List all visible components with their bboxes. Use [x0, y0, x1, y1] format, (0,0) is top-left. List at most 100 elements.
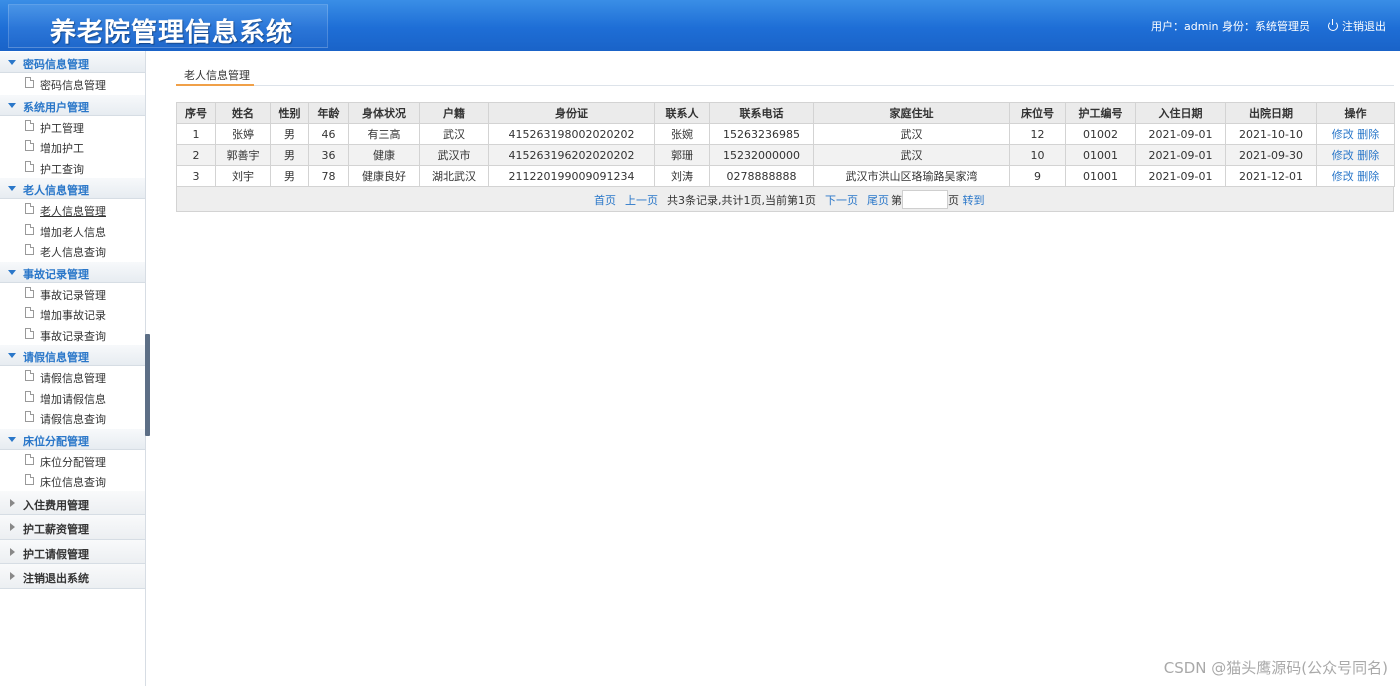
sidebar-item-bed-manage[interactable]: 床位分配管理	[0, 450, 145, 471]
watermark: CSDN @猫头鹰源码(公众号同名)	[1163, 659, 1388, 677]
document-icon	[25, 370, 34, 381]
table-cell: 12	[1009, 123, 1066, 145]
column-header: 身份证	[488, 102, 655, 124]
sidebar-item-add-leave[interactable]: 增加请假信息	[0, 387, 145, 408]
sidebar-group-bed[interactable]: 床位分配管理	[0, 427, 145, 450]
table-cell: 武汉市洪山区珞瑜路吴家湾	[813, 165, 1010, 187]
logout-button[interactable]: 注销退出	[1328, 18, 1386, 34]
table-cell: 2021-09-30	[1225, 144, 1317, 166]
sidebar-item-accident-query[interactable]: 事故记录查询	[0, 324, 145, 345]
table-cell: 男	[270, 144, 309, 166]
sidebar-item-accident-manage[interactable]: 事故记录管理	[0, 283, 145, 304]
sidebar-group-logout[interactable]: 注销退出系统	[0, 564, 145, 589]
expand-arrow-icon	[8, 353, 16, 358]
tab-elderly-manage[interactable]: 老人信息管理	[176, 58, 254, 86]
document-icon	[25, 77, 34, 88]
column-header: 户籍	[419, 102, 489, 124]
column-header: 家庭住址	[813, 102, 1010, 124]
table-cell: 78	[308, 165, 349, 187]
first-page-link[interactable]: 首页	[594, 194, 616, 207]
sidebar-splitter-handle[interactable]	[145, 334, 150, 436]
document-icon	[25, 390, 34, 402]
sidebar-item-nurse-query[interactable]: 护工查询	[0, 157, 145, 178]
power-icon	[1328, 19, 1338, 31]
sidebar-item-elderly-query[interactable]: 老人信息查询	[0, 240, 145, 261]
sidebar-group-leave[interactable]: 请假信息管理	[0, 344, 145, 366]
prev-page-link[interactable]: 上一页	[625, 194, 658, 207]
table-cell: 01001	[1065, 165, 1136, 187]
sidebar-group-elderly[interactable]: 老人信息管理	[0, 177, 145, 199]
table-cell: 2021-09-01	[1135, 144, 1226, 166]
top-header: 养老院管理信息系统 用户：admin 身份：系统管理员 注销退出	[0, 0, 1400, 51]
table-cell: 01002	[1065, 123, 1136, 145]
go-to-page-link[interactable]: 转到	[963, 194, 985, 207]
column-header: 序号	[176, 102, 216, 124]
column-header: 入住日期	[1135, 102, 1226, 124]
expand-arrow-icon	[8, 60, 16, 65]
table-cell: 9	[1009, 165, 1066, 187]
delete-link[interactable]: 删除	[1357, 128, 1379, 141]
document-icon	[25, 474, 34, 485]
table-cell: 张婉	[654, 123, 710, 145]
table-cell: 张婷	[215, 123, 271, 145]
page-suffix-label: 页	[948, 194, 959, 207]
table-cell: 武汉	[419, 123, 489, 145]
table-cell: 01001	[1065, 144, 1136, 166]
sidebar-group-password[interactable]: 密码信息管理	[0, 51, 145, 73]
sidebar-item-password-manage[interactable]: 密码信息管理	[0, 73, 145, 94]
sidebar-item-add-nurse[interactable]: 增加护工	[0, 136, 145, 157]
column-header: 操作	[1316, 102, 1395, 124]
table-cell: 0278888888	[709, 165, 814, 187]
table-row: 2 郭善宇 男 36 健康 武汉市 415263196202020202 郭珊 …	[176, 144, 1395, 166]
expand-arrow-icon	[8, 436, 16, 442]
column-header: 护工编号	[1065, 102, 1136, 124]
page-prefix-label: 第	[891, 194, 902, 207]
sidebar-item-leave-query[interactable]: 请假信息查询	[0, 407, 145, 428]
document-icon	[25, 453, 34, 465]
table-cell: 武汉市	[419, 144, 489, 166]
table-cell: 2021-10-10	[1225, 123, 1317, 145]
table-cell: 2021-09-01	[1135, 123, 1226, 145]
sidebar-item-nurse-manage[interactable]: 护工管理	[0, 116, 145, 137]
sidebar-group-fees[interactable]: 入住费用管理	[0, 490, 145, 515]
document-icon	[25, 160, 34, 172]
column-header: 年龄	[308, 102, 349, 124]
sidebar-group-users[interactable]: 系统用户管理	[0, 93, 145, 116]
table-cell: 郭善宇	[215, 144, 271, 166]
edit-link[interactable]: 修改	[1332, 128, 1354, 141]
sidebar-item-leave-manage[interactable]: 请假信息管理	[0, 366, 145, 387]
document-icon	[25, 327, 34, 339]
expand-arrow-icon	[8, 186, 16, 191]
table-cell: 2021-12-01	[1225, 165, 1317, 187]
table-cell: 湖北武汉	[419, 165, 489, 187]
table-cell: 健康	[348, 144, 420, 166]
sidebar-item-bed-query[interactable]: 床位信息查询	[0, 470, 145, 491]
edit-link[interactable]: 修改	[1332, 149, 1354, 162]
sidebar-item-add-elderly[interactable]: 增加老人信息	[0, 220, 145, 241]
edit-link[interactable]: 修改	[1332, 170, 1354, 183]
delete-link[interactable]: 删除	[1357, 149, 1379, 162]
actions-cell: 修改 删除	[1316, 123, 1395, 145]
document-icon	[25, 203, 34, 214]
table-row: 1 张婷 男 46 有三高 武汉 415263198002020202 张婉 1…	[176, 123, 1395, 145]
table-cell: 郭珊	[654, 144, 710, 166]
document-icon	[25, 223, 34, 235]
sidebar-item-elderly-manage[interactable]: 老人信息管理	[0, 199, 145, 220]
document-icon	[25, 244, 34, 255]
page-number-input[interactable]	[902, 190, 948, 209]
last-page-link[interactable]: 尾页	[867, 194, 889, 207]
column-header: 姓名	[215, 102, 271, 124]
sidebar-item-add-accident[interactable]: 增加事故记录	[0, 303, 145, 324]
delete-link[interactable]: 删除	[1357, 170, 1379, 183]
document-icon	[25, 140, 34, 151]
sidebar-group-salary[interactable]: 护工薪资管理	[0, 515, 145, 540]
sidebar-group-nurse-leave[interactable]: 护工请假管理	[0, 539, 145, 564]
collapsed-arrow-icon	[10, 572, 15, 580]
column-header: 出院日期	[1225, 102, 1317, 124]
sidebar-group-accident[interactable]: 事故记录管理	[0, 260, 145, 283]
table-cell: 男	[270, 123, 309, 145]
next-page-link[interactable]: 下一页	[825, 194, 858, 207]
app-title: 养老院管理信息系统	[50, 18, 294, 48]
column-header: 身体状况	[348, 102, 420, 124]
column-header: 床位号	[1009, 102, 1066, 124]
